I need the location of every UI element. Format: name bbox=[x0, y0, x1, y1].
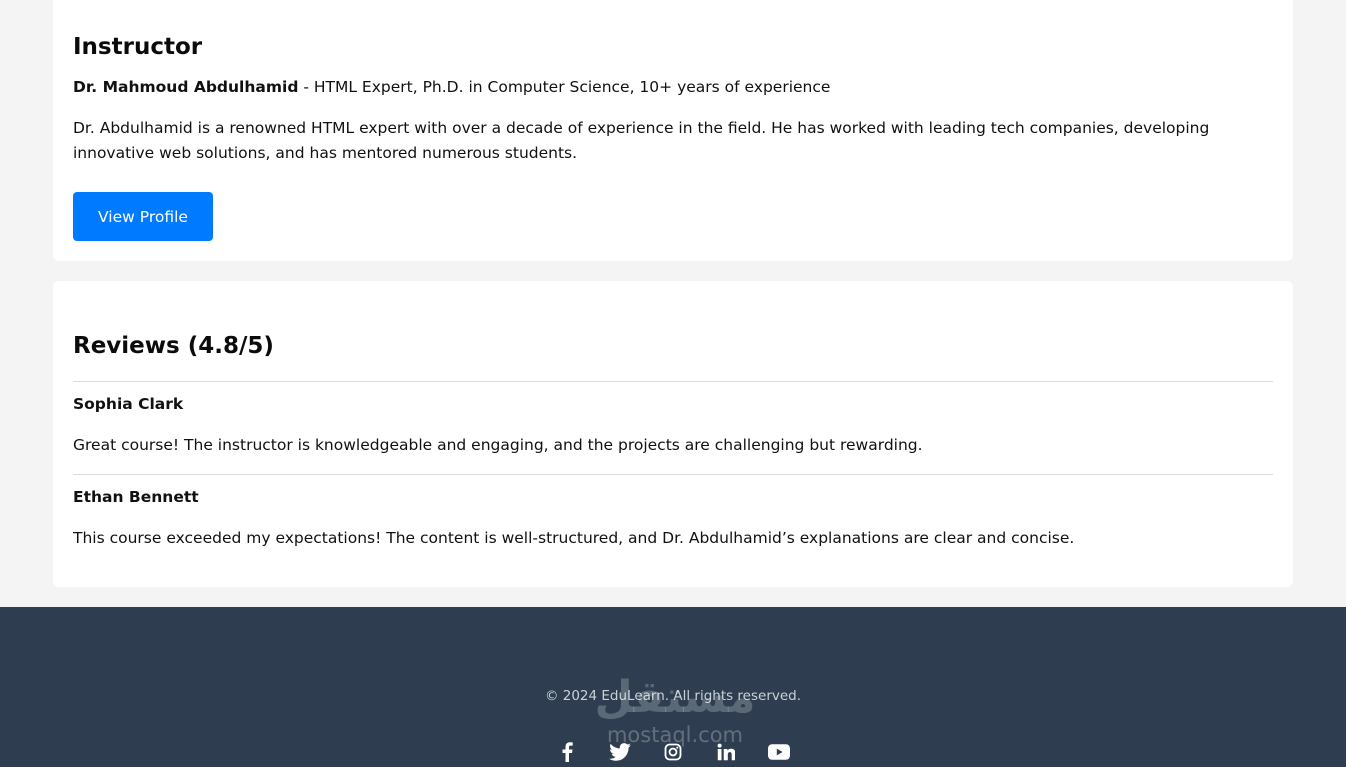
instructor-heading: Instructor bbox=[73, 34, 203, 60]
reviews-heading: Reviews (4.8/5) bbox=[73, 333, 274, 359]
instructor-bio: Dr. Abdulhamid is a renowned HTML expert… bbox=[73, 119, 1210, 162]
review-author: Sophia Clark bbox=[73, 395, 184, 413]
reviews-card: Reviews (4.8/5) Sophia Clark Great cours… bbox=[53, 281, 1293, 587]
review-author: Ethan Bennett bbox=[73, 488, 199, 506]
linkedin-icon[interactable] bbox=[714, 741, 738, 763]
instructor-summary: Dr. Mahmoud Abdulhamid - HTML Expert, Ph… bbox=[73, 78, 830, 96]
instructor-name: Dr. Mahmoud Abdulhamid bbox=[73, 78, 299, 96]
copyright-text: © 2024 EduLearn. All rights reserved. bbox=[544, 688, 802, 704]
youtube-icon[interactable] bbox=[767, 741, 791, 763]
instructor-card: Instructor Dr. Mahmoud Abdulhamid - HTML… bbox=[53, 0, 1293, 261]
review-divider bbox=[73, 381, 1273, 382]
twitter-icon[interactable] bbox=[608, 741, 632, 763]
review-divider bbox=[73, 474, 1273, 475]
review-text: Great course! The instructor is knowledg… bbox=[73, 436, 923, 454]
social-links bbox=[0, 741, 1346, 763]
facebook-icon[interactable] bbox=[555, 741, 579, 763]
review-text: This course exceeded my expectations! Th… bbox=[73, 529, 1075, 547]
instagram-icon[interactable] bbox=[661, 741, 685, 763]
site-footer: © 2024 EduLearn. All rights reserved. مس… bbox=[0, 607, 1346, 767]
instructor-credentials: - HTML Expert, Ph.D. in Computer Science… bbox=[298, 78, 831, 96]
view-profile-button[interactable]: View Profile bbox=[73, 192, 213, 241]
